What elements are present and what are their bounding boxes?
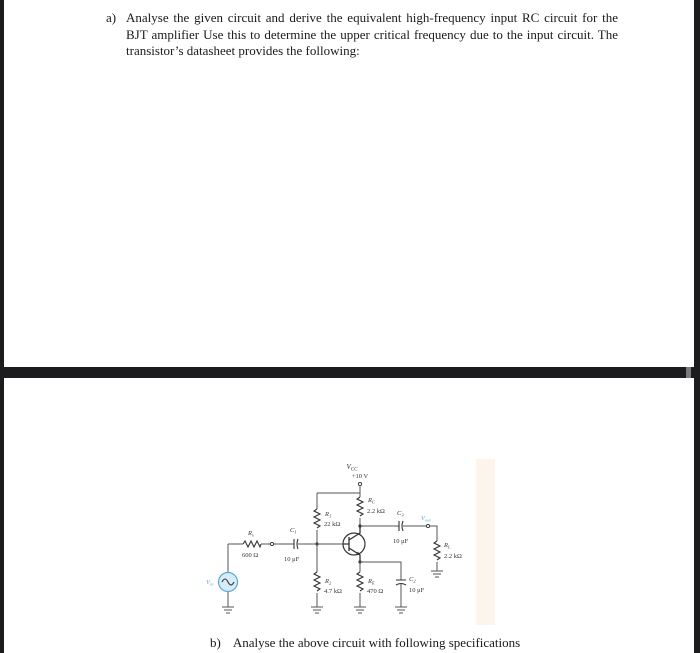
c2-label: C2 [409,576,416,584]
c3-value: 10 μF [393,538,409,545]
rl-ground [431,562,443,578]
vout-terminal [425,523,431,529]
rl-resistor [432,540,442,561]
circuit-label-part: s [252,533,254,538]
c2-ground [395,584,407,614]
vout-label: Vout [421,515,431,523]
circuit-label-part: 2 [329,581,332,586]
re-value: 470 Ω [367,588,383,595]
rc-resistor [355,496,365,517]
vcc-label: VCC +10 V [347,463,369,480]
circuit-wire [359,561,402,580]
divider-handle[interactable] [686,367,691,378]
re-resistor [355,571,365,592]
r2-value: 4.7 kΩ [324,588,342,595]
rl-value: 2.2 kΩ [444,553,462,560]
circuit-label-part: 1 [329,514,331,519]
re-ground [354,593,366,614]
c1-capacitor [293,538,299,550]
re-label: RE [367,578,375,586]
rc-label: RC [367,497,376,505]
c2-value: 10 μF [409,587,425,594]
rs-resistor [242,539,262,549]
c1-label: C1 [290,527,297,535]
rs-value: 600 Ω [242,552,258,559]
r1-resistor [312,508,322,529]
question-b-text: Analyse the above circuit with following… [232,635,521,650]
question-a-marker: a) [106,10,117,25]
input-terminal [269,541,275,547]
c3-capacitor [398,520,404,532]
r2-ground [311,593,323,614]
c3-label: C3 [397,510,404,518]
circuit-label-part: 2 [413,579,416,584]
vin-label: Vin [206,579,214,587]
r1-label: R1 [324,511,331,519]
question-b: b) Analyse the above circuit with followi… [210,635,520,652]
circuit-label-part: C [372,500,376,505]
rc-value: 2.2 kΩ [367,508,385,515]
r2-label: R2 [324,578,332,586]
bjt-amplifier-circuit: VCC +10 V RC 2.2 kΩ C3 10 μF Vout RL 2.2… [206,463,462,614]
circuit-wire [430,525,438,541]
r1-value: 22 kΩ [324,521,340,528]
circuit-label-part: 1 [294,530,296,535]
top-rail-wire [316,485,361,509]
panel-divider [4,367,690,378]
rs-label: Rs [247,530,254,538]
circuit-label-part: L [447,545,451,550]
circuit-label-part: CC [351,468,358,473]
r2-resistor [312,571,322,592]
circuit-label-part: in [210,582,214,587]
circuit-label-part: E [371,581,375,586]
circuit-label-part: out [425,518,432,523]
circuit-label-part: 3 [401,513,404,518]
c1-value: 10 μF [284,556,300,563]
question-a-text: Analyse the given circuit and derive the… [126,10,618,58]
question-b-marker: b) [210,635,221,650]
vcc-value: +10 V [352,473,369,480]
circuit-element: VCC [347,463,359,473]
rl-label: RL [443,542,451,550]
question-a: a) Analyse the given circuit and derive … [106,10,618,60]
